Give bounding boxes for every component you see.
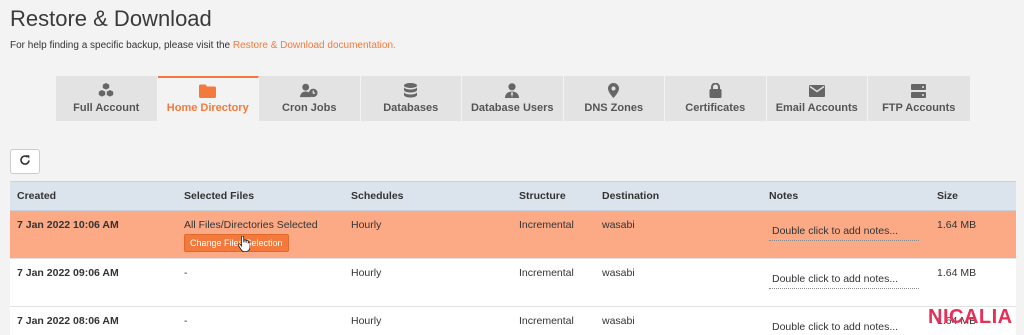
structure-cell: Incremental xyxy=(512,306,595,335)
destination-cell: wasabi xyxy=(595,258,762,307)
nicalia-logo: NICALIA xyxy=(928,305,1014,327)
destination-cell: wasabi xyxy=(595,306,762,335)
tab-label: Certificates xyxy=(685,102,746,114)
user-clock-icon xyxy=(300,83,318,98)
tab-label: DNS Zones xyxy=(584,102,644,114)
notes-field[interactable]: Double click to add notes... xyxy=(769,221,919,241)
table-row[interactable]: 7 Jan 2022 09:06 AM - Hourly Incremental… xyxy=(10,258,1016,307)
documentation-link[interactable]: Restore & Download documentation. xyxy=(233,40,396,51)
page-title: Restore & Download xyxy=(10,6,212,31)
backups-table: Created Selected Files Schedules Structu… xyxy=(10,181,1016,335)
destination-cell: wasabi xyxy=(595,210,762,259)
hand-pointer-icon xyxy=(237,235,251,257)
tab-full-account[interactable]: Full Account xyxy=(56,76,158,121)
tab-label: Email Accounts xyxy=(775,102,858,114)
tab-ftp-accounts[interactable]: FTP Accounts xyxy=(868,76,970,121)
structure-cell: Incremental xyxy=(512,210,595,259)
tab-cron-jobs[interactable]: Cron Jobs xyxy=(259,76,361,121)
logo-mark: NICALIA xyxy=(928,306,1013,327)
lock-icon xyxy=(706,83,724,98)
tab-label: Home Directory xyxy=(166,102,249,114)
tab-label: Database Users xyxy=(470,102,554,114)
notes-cell: Double click to add notes... xyxy=(762,210,930,259)
schedule-cell: Hourly xyxy=(344,258,512,307)
col-notes[interactable]: Notes xyxy=(762,181,930,211)
notes-cell: Double click to add notes... xyxy=(762,306,930,335)
col-created[interactable]: Created xyxy=(10,181,177,211)
help-prefix: For help finding a specific backup, plea… xyxy=(10,40,233,51)
tab-database-users[interactable]: Database Users xyxy=(462,76,564,121)
refresh-button[interactable] xyxy=(10,149,40,174)
folder-icon xyxy=(199,83,217,98)
tab-label: FTP Accounts xyxy=(882,102,956,114)
tab-email-accounts[interactable]: Email Accounts xyxy=(766,76,868,121)
files-selection-text: All Files/Directories Selected xyxy=(184,219,318,231)
created-cell: 7 Jan 2022 09:06 AM xyxy=(10,258,177,307)
database-icon xyxy=(402,83,420,98)
created-cell: 7 Jan 2022 08:06 AM xyxy=(10,306,177,335)
tab-label: Full Account xyxy=(73,102,140,114)
envelope-icon xyxy=(808,83,826,98)
created-cell: 7 Jan 2022 10:06 AM xyxy=(10,210,177,259)
col-schedules[interactable]: Schedules xyxy=(344,181,512,211)
notes-field[interactable]: Double click to add notes... xyxy=(769,269,919,289)
structure-cell: Incremental xyxy=(512,258,595,307)
tab-label: Databases xyxy=(383,102,439,114)
server-icon xyxy=(910,83,928,98)
col-destination[interactable]: Destination xyxy=(595,181,762,211)
map-marker-icon xyxy=(605,83,623,98)
refresh-icon xyxy=(19,153,31,171)
schedule-cell: Hourly xyxy=(344,210,512,259)
table-header-row: Created Selected Files Schedules Structu… xyxy=(10,181,1016,211)
col-size[interactable]: Size xyxy=(930,181,1016,211)
tab-label: Cron Jobs xyxy=(282,102,337,114)
table-row[interactable]: 7 Jan 2022 10:06 AM All Files/Directorie… xyxy=(10,210,1016,259)
svg-text:NICALIA: NICALIA xyxy=(928,306,1013,327)
size-cell: 1.64 MB xyxy=(930,258,1016,307)
size-cell: 1.64 MB xyxy=(930,210,1016,259)
notes-cell: Double click to add notes... xyxy=(762,258,930,307)
tab-certificates[interactable]: Certificates xyxy=(665,76,767,121)
files-cell: - xyxy=(177,258,344,307)
col-selected-files[interactable]: Selected Files xyxy=(177,181,344,211)
tab-home-directory[interactable]: Home Directory xyxy=(157,76,259,121)
cubes-icon xyxy=(97,83,115,98)
files-cell: - xyxy=(177,306,344,335)
notes-field[interactable]: Double click to add notes... xyxy=(769,317,919,335)
table-row[interactable]: 7 Jan 2022 08:06 AM - Hourly Incremental… xyxy=(10,306,1016,335)
schedule-cell: Hourly xyxy=(344,306,512,335)
change-files-selection-button[interactable]: Change Files Selection xyxy=(184,234,289,252)
help-text: For help finding a specific backup, plea… xyxy=(10,40,396,51)
tab-dns-zones[interactable]: DNS Zones xyxy=(563,76,665,121)
files-cell: All Files/Directories Selected Change Fi… xyxy=(177,210,344,259)
user-tie-icon xyxy=(503,83,521,98)
backup-type-tabs: Full Account Home Directory Cron Jobs Da… xyxy=(56,76,970,121)
tab-databases[interactable]: Databases xyxy=(360,76,462,121)
col-structure[interactable]: Structure xyxy=(512,181,595,211)
